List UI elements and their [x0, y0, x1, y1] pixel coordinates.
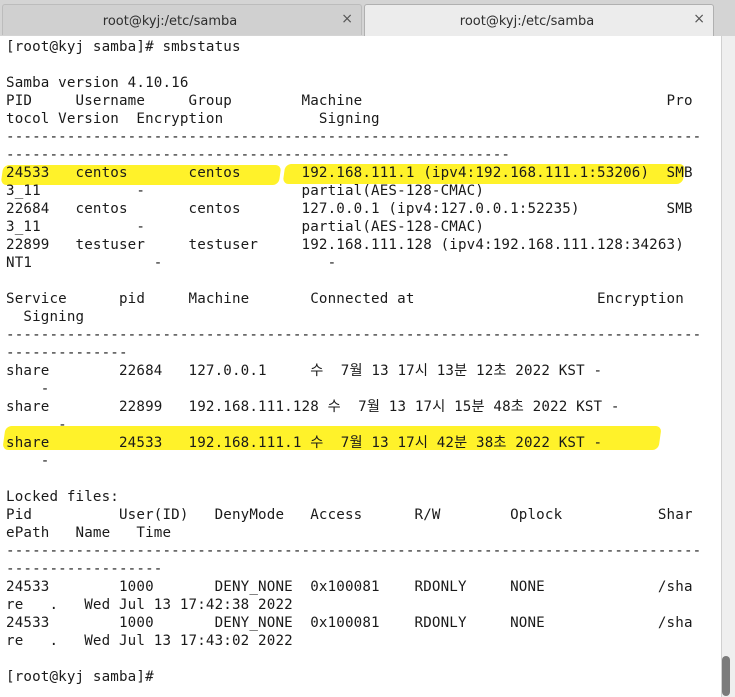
- scrollbar-track[interactable]: [721, 36, 735, 697]
- close-icon[interactable]: ×: [341, 11, 353, 27]
- terminal-line: PID Username Group Machine Pro: [6, 93, 693, 109]
- tab-terminal-1[interactable]: root@kyj:/etc/samba ×: [2, 4, 362, 35]
- scrollbar-thumb[interactable]: [722, 656, 730, 696]
- terminal-line: 3_11 - partial(AES-128-CMAC): [6, 183, 485, 199]
- terminal-line: 22684 centos centos 127.0.0.1 (ipv4:127.…: [6, 201, 693, 217]
- terminal-line: ----------------------------------------…: [6, 147, 511, 163]
- terminal-line: Service pid Machine Connected at Encrypt…: [6, 291, 684, 307]
- terminal-line: [root@kyj samba]# smbstatus: [6, 39, 241, 55]
- terminal-line: Samba version 4.10.16: [6, 75, 189, 91]
- terminal-line: ePath Name Time: [6, 525, 172, 541]
- terminal-line: -: [6, 453, 50, 469]
- tab-label: root@kyj:/etc/samba: [102, 14, 238, 29]
- terminal-line: ----------------------------------------…: [6, 543, 702, 559]
- terminal-line: Signing: [6, 309, 85, 325]
- terminal-line: ------------------: [6, 561, 163, 577]
- terminal-line: re . Wed Jul 13 17:43:02 2022: [6, 633, 293, 649]
- terminal-line: ----------------------------------------…: [6, 327, 702, 343]
- terminal-line: 22899 testuser testuser 192.168.111.128 …: [6, 237, 684, 253]
- terminal-line: -: [6, 417, 67, 433]
- shell-prompt[interactable]: [root@kyj samba]#: [6, 668, 162, 686]
- terminal-line: re . Wed Jul 13 17:42:38 2022: [6, 597, 293, 613]
- terminal-line: -: [6, 381, 50, 397]
- terminal-line: share 22684 127.0.0.1 수 7월 13 17시 13분 12…: [6, 363, 603, 379]
- terminal-line: --------------: [6, 345, 128, 361]
- tab-terminal-2[interactable]: root@kyj:/etc/samba ×: [364, 4, 714, 36]
- terminal-output[interactable]: [root@kyj samba]# smbstatus Samba versio…: [0, 36, 721, 697]
- close-icon[interactable]: ×: [693, 11, 705, 27]
- terminal-line: NT1 - -: [6, 255, 337, 271]
- terminal-line: 24533 1000 DENY_NONE 0x100081 RDONLY NON…: [6, 579, 693, 595]
- terminal-line: 24533 1000 DENY_NONE 0x100081 RDONLY NON…: [6, 615, 693, 631]
- terminal-line: ----------------------------------------…: [6, 129, 702, 145]
- terminal-line: 24533 centos centos 192.168.111.1 (ipv4:…: [6, 165, 693, 181]
- terminal-line: share 22899 192.168.111.128 수 7월 13 17시 …: [6, 399, 620, 415]
- terminal-line: 3_11 - partial(AES-128-CMAC): [6, 219, 485, 235]
- terminal-line: Pid User(ID) DenyMode Access R/W Oplock …: [6, 507, 693, 523]
- terminal-line: tocol Version Encryption Signing: [6, 111, 380, 127]
- terminal-line: Locked files:: [6, 489, 119, 505]
- tab-label: root@kyj:/etc/samba: [459, 14, 595, 29]
- terminal-line: share 24533 192.168.111.1 수 7월 13 17시 42…: [6, 435, 603, 451]
- tab-bar: root@kyj:/etc/samba × root@kyj:/etc/samb…: [0, 0, 735, 37]
